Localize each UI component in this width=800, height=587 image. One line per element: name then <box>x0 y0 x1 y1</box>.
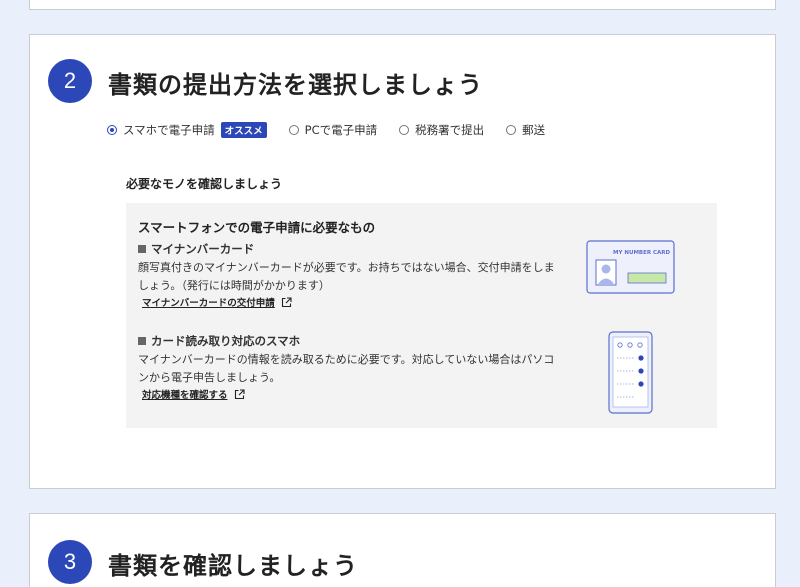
smartphone-illustration <box>608 331 653 414</box>
radio-button[interactable] <box>399 125 410 135</box>
recommended-badge: オススメ <box>220 122 267 138</box>
radio-label: PCで電子申請 <box>304 123 378 137</box>
submission-method-radio-group: スマホで電子申請 オススメ PCで電子申請 税務署で提出 郵送 <box>107 122 567 138</box>
radio-option-tax-office[interactable]: 税務署で提出 <box>399 122 484 138</box>
radio-label: 税務署で提出 <box>415 123 485 137</box>
requirement-heading-my-number-card: マイナンバーカード <box>138 241 254 257</box>
requirements-box: スマートフォンでの電子申請に必要なもの マイナンバーカード 顔写真付きのマイナン… <box>126 203 717 428</box>
radio-option-pc[interactable]: PCで電子申請 <box>288 122 378 138</box>
requirements-box-title: スマートフォンでの電子申請に必要なもの <box>138 220 376 235</box>
radio-option-mail[interactable]: 郵送 <box>506 122 545 138</box>
compatible-devices-link[interactable]: 対応機種を確認する <box>142 387 245 401</box>
radio-label: スマホで電子申請 <box>123 123 215 137</box>
radio-button[interactable] <box>288 125 299 135</box>
card-illustration-label: MY NUMBER CARD <box>613 250 671 256</box>
radio-label: 郵送 <box>522 123 546 137</box>
step-3-card: 3 書類を確認しましょう <box>29 513 776 587</box>
my-number-card-illustration: MY NUMBER CARD <box>586 240 675 294</box>
requirement-description: マイナンバーカードの情報を読み取るために必要です。対応していない場合はパソコンか… <box>138 353 555 384</box>
requirement-heading-smartphone: カード読み取り対応のスマホ <box>138 333 300 349</box>
link-text: 対応機種を確認する <box>142 390 228 401</box>
requirement-heading-text: マイナンバーカード <box>151 242 255 256</box>
link-text: マイナンバーカードの交付申請 <box>142 298 275 309</box>
requirements-heading: 必要なモノを確認しましょう <box>126 177 283 191</box>
requirement-heading-text: カード読み取り対応のスマホ <box>151 334 301 348</box>
external-link-icon <box>281 296 292 307</box>
previous-step-card <box>29 0 776 10</box>
requirement-description: 顔写真付きのマイナンバーカードが必要です。お持ちではない場合、交付申請をしましょ… <box>138 261 555 292</box>
step-number-badge: 3 <box>48 540 92 584</box>
step-title: 書類を確認しましょう <box>108 552 358 580</box>
my-number-card-application-link[interactable]: マイナンバーカードの交付申請 <box>142 295 292 309</box>
bullet-square-icon <box>138 337 146 345</box>
step-number-badge: 2 <box>48 59 92 103</box>
radio-option-smartphone[interactable]: スマホで電子申請 オススメ <box>107 122 267 138</box>
step-title: 書類の提出方法を選択しましょう <box>108 71 483 99</box>
bullet-square-icon <box>138 245 146 253</box>
step-2-card: 2 書類の提出方法を選択しましょう スマホで電子申請 オススメ PCで電子申請 … <box>29 34 776 489</box>
external-link-icon <box>234 388 245 399</box>
radio-button[interactable] <box>506 125 517 135</box>
radio-button-checked[interactable] <box>107 125 117 135</box>
